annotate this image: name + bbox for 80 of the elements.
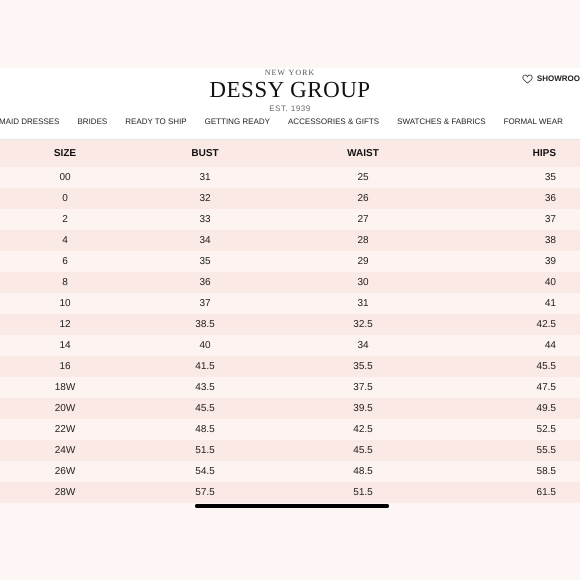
table-cell-text: 10 — [59, 297, 71, 311]
table-cell-text: 00 — [59, 171, 71, 185]
table-cell-text: 51.5 — [353, 486, 373, 500]
table-cell-text: 38 — [544, 234, 557, 248]
nav-link[interactable]: ACCESSORIES & GIFTS — [288, 116, 380, 128]
nav-link[interactable]: GETTING READY — [204, 116, 270, 128]
table-cell-text: 37 — [544, 213, 557, 227]
nav-link[interactable]: SWATCHES & FABRICS — [397, 116, 486, 128]
showroom-link[interactable]: SHOWROO — [536, 73, 580, 85]
table-cell-text: 61.5 — [536, 486, 557, 500]
column-header: WAIST — [347, 147, 379, 161]
table-cell-text: 16 — [59, 360, 71, 374]
table-cell-text: 52.5 — [536, 423, 557, 437]
table-cell-text: 26W — [54, 465, 76, 479]
table-cell-text: 34 — [199, 234, 211, 248]
nav-link[interactable]: MAID DRESSES — [0, 116, 60, 128]
established: EST. 1939 — [269, 103, 311, 115]
table-cell-text: 36 — [199, 276, 211, 290]
table-cell-text: 28 — [357, 234, 369, 248]
table-cell-text: 18W — [54, 381, 76, 395]
table-cell-text: 27 — [357, 213, 369, 227]
tagline: NEW YORK — [264, 68, 316, 77]
table-cell-text: 35.5 — [353, 360, 373, 374]
table-cell-text: 49.5 — [536, 402, 557, 416]
table-cell-text: 39 — [544, 255, 557, 269]
table-cell-text: 45.5 — [195, 402, 215, 416]
table-cell-text: 51.5 — [195, 444, 215, 458]
table-cell-text: 14 — [59, 339, 71, 353]
logo[interactable]: DESSY GROUP — [209, 77, 371, 103]
table-cell-text: 41 — [544, 297, 557, 311]
table-cell-text: 31 — [357, 297, 369, 311]
table-cell-text: 47.5 — [536, 381, 557, 395]
table-cell-text: 45.5 — [536, 360, 557, 374]
table-cell-text: 45.5 — [353, 444, 373, 458]
table-cell-text: 40 — [199, 339, 211, 353]
table-cell-text: 6 — [62, 255, 68, 269]
table-cell-text: 41.5 — [195, 360, 215, 374]
table-cell-text: 4 — [62, 234, 68, 248]
table-cell-text: 38.5 — [195, 318, 215, 332]
table-cell-text: 37 — [199, 297, 211, 311]
scroll-bar[interactable] — [195, 504, 389, 508]
table-cell-text: 35 — [199, 255, 211, 269]
table-cell-text: 58.5 — [536, 465, 557, 479]
table-cell-text: 8 — [62, 276, 68, 290]
nav-link[interactable]: BRIDES — [77, 116, 108, 128]
table-cell-text: 48.5 — [195, 423, 215, 437]
table-cell-text: 12 — [59, 318, 71, 332]
table-cell-text: 40 — [544, 276, 557, 290]
table-cell-text: 54.5 — [195, 465, 215, 479]
table-cell-text: 31 — [199, 171, 211, 185]
table-cell-text: 24W — [54, 444, 76, 458]
table-cell-text: 20W — [54, 402, 76, 416]
table-cell-text: 48.5 — [353, 465, 373, 479]
table-cell-text: 42.5 — [353, 423, 373, 437]
table-cell-text: 42.5 — [536, 318, 557, 332]
table-cell-text: 57.5 — [195, 486, 215, 500]
table-cell-text: 44 — [544, 339, 557, 353]
table-cell-text: 43.5 — [195, 381, 215, 395]
nav-link[interactable]: FORMAL WEAR — [504, 116, 563, 128]
table-cell-text: 37.5 — [353, 381, 373, 395]
table-cell-text: 33 — [199, 213, 211, 227]
table-cell-text: 55.5 — [536, 444, 557, 458]
table-cell-text: 26 — [357, 192, 369, 206]
table-cell-text: 29 — [357, 255, 369, 269]
table-cell-text: 32 — [199, 192, 211, 206]
table-cell-text: 28W — [54, 486, 76, 500]
table-cell-text: 32.5 — [353, 318, 373, 332]
table-cell-text: 0 — [62, 192, 68, 206]
column-header: BUST — [191, 147, 219, 161]
column-header: HIPS — [532, 147, 557, 161]
nav-link[interactable]: READY TO SHIP — [125, 116, 187, 128]
table-cell-text: 35 — [544, 171, 557, 185]
column-header: SIZE — [54, 147, 76, 161]
table-cell-text: 25 — [357, 171, 369, 185]
table-cell-text: 34 — [357, 339, 369, 353]
table-cell-text: 36 — [544, 192, 557, 206]
table-cell-text: 2 — [62, 213, 68, 227]
table-cell-text: 30 — [357, 276, 369, 290]
table-cell-text: 39.5 — [353, 402, 373, 416]
table-cell-text: 22W — [54, 423, 76, 437]
